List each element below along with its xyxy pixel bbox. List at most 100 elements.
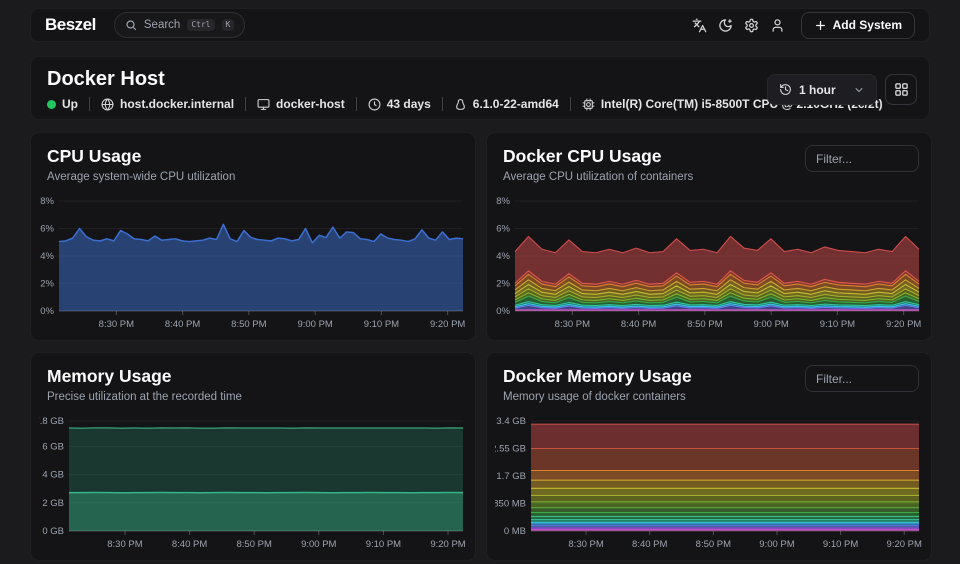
user-icon[interactable] bbox=[765, 12, 791, 38]
docker-memory-usage-chart[interactable]: 8:30 PM 8:40 PM 8:50 PM 9:00 PM 9:10 PM 9:20 … bbox=[495, 411, 925, 557]
svg-text:8:40 PM: 8:40 PM bbox=[621, 319, 656, 330]
svg-text:9:20 PM: 9:20 PM bbox=[430, 539, 465, 550]
chart-title: CPU Usage bbox=[47, 146, 142, 166]
svg-text:0 MB: 0 MB bbox=[504, 526, 526, 537]
docker-cpu-usage-chart[interactable]: 8:30 PM 8:40 PM 8:50 PM 9:00 PM 9:10 PM 9:20 … bbox=[495, 191, 925, 337]
svg-text:9:00 PM: 9:00 PM bbox=[301, 539, 336, 550]
svg-text:0 GB: 0 GB bbox=[42, 526, 64, 537]
svg-text:4%: 4% bbox=[40, 251, 54, 262]
svg-text:8:50 PM: 8:50 PM bbox=[696, 539, 731, 550]
plus-icon bbox=[814, 19, 827, 32]
svg-text:8:30 PM: 8:30 PM bbox=[555, 319, 590, 330]
chart-subtitle: Average CPU utilization of containers bbox=[503, 171, 694, 183]
host-controls: 1 hour bbox=[767, 74, 917, 105]
divider bbox=[245, 97, 247, 111]
memory-usage-card: Memory Usage Precise utilization at the … bbox=[30, 352, 476, 561]
svg-text:8:50 PM: 8:50 PM bbox=[231, 319, 266, 330]
translate-icon[interactable] bbox=[687, 12, 713, 38]
svg-text:8%: 8% bbox=[496, 196, 510, 207]
svg-text:8:30 PM: 8:30 PM bbox=[107, 539, 142, 550]
svg-text:2 GB: 2 GB bbox=[42, 498, 64, 509]
uptime-label: 43 days bbox=[386, 97, 431, 111]
cpu-usage-card: CPU Usage Average system-wide CPU utiliz… bbox=[30, 132, 476, 341]
status-badge: Up bbox=[47, 97, 78, 111]
search-input[interactable]: Search Ctrl K bbox=[113, 12, 246, 38]
docker-memory-usage-card: Docker Memory Usage Memory usage of dock… bbox=[486, 352, 932, 561]
svg-text:6%: 6% bbox=[496, 224, 510, 235]
svg-text:9:00 PM: 9:00 PM bbox=[297, 319, 332, 330]
chevron-down-icon bbox=[853, 84, 865, 96]
svg-text:9:10 PM: 9:10 PM bbox=[820, 319, 855, 330]
navbar: Beszel Search Ctrl K Add System bbox=[30, 8, 930, 42]
svg-text:8:40 PM: 8:40 PM bbox=[165, 319, 200, 330]
svg-text:9:20 PM: 9:20 PM bbox=[886, 319, 921, 330]
grid-layout-icon bbox=[894, 82, 909, 97]
svg-text:850 MB: 850 MB bbox=[495, 499, 526, 510]
add-system-label: Add System bbox=[832, 18, 902, 32]
svg-text:1.7 GB: 1.7 GB bbox=[496, 471, 526, 482]
svg-text:9:00 PM: 9:00 PM bbox=[753, 319, 788, 330]
search-icon bbox=[125, 19, 137, 31]
host-header-card: Docker Host Up host.docker.internal dock… bbox=[30, 56, 930, 120]
svg-text:8:40 PM: 8:40 PM bbox=[632, 539, 667, 550]
svg-text:9:10 PM: 9:10 PM bbox=[364, 319, 399, 330]
time-range-value: 1 hour bbox=[799, 82, 836, 97]
svg-text:2%: 2% bbox=[40, 279, 54, 290]
svg-text:2.55 GB: 2.55 GB bbox=[495, 444, 526, 455]
hostname-label: host.docker.internal bbox=[120, 97, 235, 111]
svg-text:9:10 PM: 9:10 PM bbox=[823, 539, 858, 550]
svg-text:6 GB: 6 GB bbox=[42, 441, 64, 452]
svg-text:9:00 PM: 9:00 PM bbox=[759, 539, 794, 550]
memory-usage-chart[interactable]: 8:30 PM 8:40 PM 8:50 PM 9:00 PM 9:10 PM 9:20 … bbox=[39, 411, 469, 557]
history-clock-icon bbox=[779, 83, 792, 96]
svg-text:8:50 PM: 8:50 PM bbox=[687, 319, 722, 330]
cpu-chip-icon bbox=[582, 98, 595, 111]
time-range-select[interactable]: 1 hour bbox=[767, 74, 877, 105]
uptime-item: 43 days bbox=[368, 97, 431, 111]
cpu-usage-chart[interactable]: 8:30 PM 8:40 PM 8:50 PM 9:00 PM 9:10 PM 9:20 … bbox=[39, 191, 469, 337]
svg-text:7.8 GB: 7.8 GB bbox=[39, 416, 64, 427]
container-filter-input[interactable] bbox=[805, 365, 919, 392]
agent-name-label: docker-host bbox=[276, 97, 345, 111]
svg-text:4%: 4% bbox=[496, 251, 510, 262]
monitor-icon bbox=[257, 98, 270, 111]
kbd-ctrl: Ctrl bbox=[187, 19, 215, 31]
hostname-item: host.docker.internal bbox=[101, 97, 234, 111]
svg-text:4 GB: 4 GB bbox=[42, 470, 64, 481]
divider bbox=[441, 97, 443, 111]
divider bbox=[355, 97, 357, 111]
divider bbox=[569, 97, 571, 111]
svg-text:8%: 8% bbox=[40, 196, 54, 207]
svg-text:3.4 GB: 3.4 GB bbox=[496, 416, 526, 427]
svg-text:9:20 PM: 9:20 PM bbox=[887, 539, 922, 550]
svg-text:9:10 PM: 9:10 PM bbox=[366, 539, 401, 550]
svg-text:8:30 PM: 8:30 PM bbox=[568, 539, 603, 550]
app-logo[interactable]: Beszel bbox=[45, 15, 96, 35]
svg-text:9:20 PM: 9:20 PM bbox=[430, 319, 465, 330]
add-system-button[interactable]: Add System bbox=[800, 11, 915, 39]
status-label: Up bbox=[62, 97, 78, 111]
kernel-item: 6.1.0-22-amd64 bbox=[454, 97, 559, 111]
kernel-tux-icon bbox=[454, 98, 467, 111]
svg-text:2%: 2% bbox=[496, 279, 510, 290]
agent-name-item: docker-host bbox=[257, 97, 345, 111]
kbd-k: K bbox=[221, 19, 235, 31]
divider bbox=[89, 97, 90, 111]
svg-text:0%: 0% bbox=[496, 306, 510, 317]
svg-text:8:30 PM: 8:30 PM bbox=[99, 319, 134, 330]
grid-layout-button[interactable] bbox=[885, 74, 917, 105]
kernel-label: 6.1.0-22-amd64 bbox=[472, 97, 559, 111]
theme-moon-icon[interactable] bbox=[713, 12, 739, 38]
search-placeholder: Search bbox=[143, 19, 181, 31]
svg-text:6%: 6% bbox=[40, 224, 54, 235]
settings-gear-icon[interactable] bbox=[739, 12, 765, 38]
svg-text:0%: 0% bbox=[40, 306, 54, 317]
chart-title: Memory Usage bbox=[47, 366, 172, 386]
chart-subtitle: Precise utilization at the recorded time bbox=[47, 391, 242, 403]
chart-subtitle: Average system-wide CPU utilization bbox=[47, 171, 236, 183]
svg-text:8:40 PM: 8:40 PM bbox=[172, 539, 207, 550]
status-dot-icon bbox=[47, 99, 56, 109]
docker-cpu-usage-card: Docker CPU Usage Average CPU utilization… bbox=[486, 132, 932, 341]
container-filter-input[interactable] bbox=[805, 145, 919, 172]
svg-text:8:50 PM: 8:50 PM bbox=[236, 539, 271, 550]
